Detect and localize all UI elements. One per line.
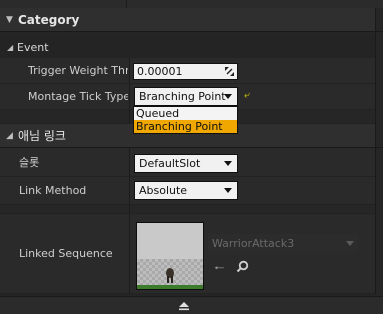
category-header[interactable]: ▼ Category [0, 8, 383, 32]
scrollbar-track[interactable] [375, 8, 383, 31]
trigger-weight-field[interactable]: 0.00001 [133, 63, 238, 80]
event-title: Event [17, 40, 49, 54]
scrollbar-track[interactable] [375, 124, 383, 147]
montage-tick-type-dropdown[interactable]: Queued Branching Point [133, 106, 238, 134]
event-subheader[interactable]: ◢ Event [0, 36, 383, 58]
link-method-row: Link Method Absolute [0, 177, 375, 205]
anim-link-title: 애님 링크 [18, 129, 66, 143]
montage-tick-type-combo[interactable]: Branching Point [134, 87, 238, 106]
dropdown-caret-icon [224, 188, 232, 193]
linked-sequence-asset-combo[interactable]: WarriorAttack3 [208, 234, 358, 252]
expand-up-icon[interactable] [178, 301, 190, 311]
dropdown-option-branching-point[interactable]: Branching Point [134, 120, 237, 133]
trigger-weight-value: 0.00001 [137, 65, 183, 78]
slot-row: 슬롯 DefaultSlot [0, 148, 375, 177]
collapse-arrow-icon[interactable]: ◢ [7, 43, 17, 52]
dropdown-option-queued[interactable]: Queued [134, 107, 237, 120]
character-preview-icon [137, 223, 203, 289]
browse-search-icon[interactable] [236, 260, 249, 273]
linked-sequence-row: Linked Sequence WarriorAttack3 🠐 [0, 214, 375, 294]
advanced-expander[interactable] [0, 296, 383, 314]
asset-thumbnail[interactable] [136, 222, 204, 290]
dropdown-caret-icon [346, 241, 354, 246]
collapse-arrow-icon[interactable]: ▼ [6, 15, 16, 25]
scrollbar-track[interactable] [375, 148, 383, 294]
slot-combo[interactable]: DefaultSlot [134, 154, 238, 173]
use-selected-arrow-icon[interactable]: 🠐 [214, 259, 225, 280]
collapse-arrow-icon[interactable]: ◢ [6, 131, 16, 141]
linked-sequence-asset-value: WarriorAttack3 [212, 236, 295, 250]
slot-label: 슬롯 [19, 156, 40, 169]
dropdown-caret-icon [224, 94, 232, 99]
montage-tick-type-label: Montage Tick Type [28, 90, 128, 103]
dropdown-caret-icon [224, 161, 232, 166]
montage-tick-type-value: Branching Point [139, 90, 226, 103]
scrollbar-track[interactable] [375, 32, 383, 124]
trigger-weight-row: Trigger Weight Thre 0.00001 [0, 58, 375, 84]
spacer [0, 205, 375, 214]
slot-value: DefaultSlot [139, 157, 201, 170]
link-method-value: Absolute [139, 184, 188, 197]
drag-handle-icon[interactable] [225, 67, 234, 76]
reset-arrow-icon[interactable]: ⤶ [244, 90, 250, 101]
category-title: Category [18, 12, 80, 27]
link-method-label: Link Method [19, 184, 87, 197]
top-edge [0, 0, 383, 8]
link-method-combo[interactable]: Absolute [134, 181, 238, 200]
trigger-weight-label: Trigger Weight Thre [28, 64, 128, 77]
linked-sequence-label: Linked Sequence [19, 247, 113, 260]
